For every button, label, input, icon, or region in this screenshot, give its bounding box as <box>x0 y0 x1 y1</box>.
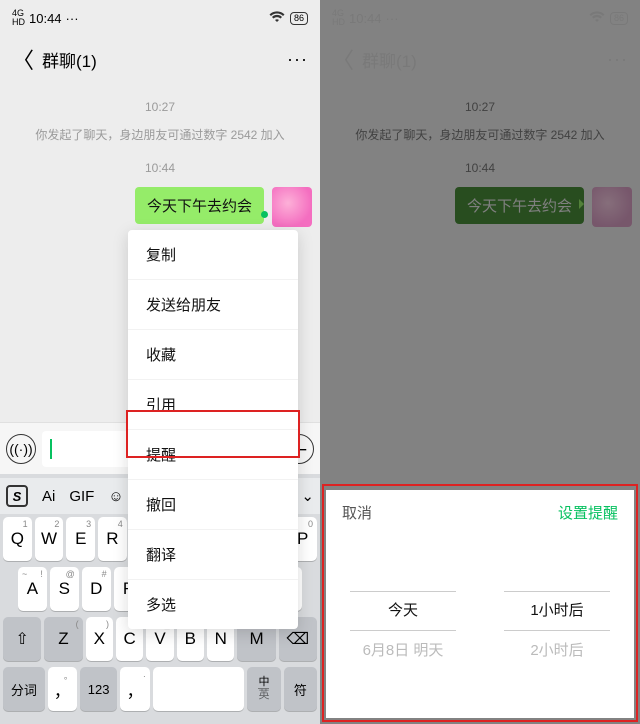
sheet-header: 取消 设置提醒 <box>326 490 634 535</box>
picker-item[interactable]: 6月8日 明天 <box>326 631 480 671</box>
timestamp: 10:27 <box>0 100 320 114</box>
menu-recall[interactable]: 撤回 <box>128 480 298 530</box>
menu-multi-select[interactable]: 多选 <box>128 580 298 629</box>
message-row: 今天下午去约会 <box>320 181 640 227</box>
nav-more-icon[interactable]: ··· <box>607 49 628 70</box>
nav-title: 群聊(1) <box>42 47 97 72</box>
cancel-button[interactable]: 取消 <box>342 502 372 523</box>
key-R[interactable]: R4 <box>98 517 127 561</box>
menu-remind[interactable]: 提醒 <box>128 430 298 480</box>
nav-bar: 〈 群聊(1) ··· <box>320 36 640 82</box>
wifi-icon <box>589 11 605 26</box>
battery-level: 86 <box>610 12 628 25</box>
tool-emoji-icon[interactable]: ☺ <box>108 488 123 505</box>
key-S[interactable]: S@ <box>50 567 79 611</box>
punct-key[interactable]: ，. <box>120 667 149 711</box>
key-W[interactable]: W2 <box>35 517 64 561</box>
menu-quote[interactable]: 引用 <box>128 380 298 430</box>
nav-title: 群聊(1) <box>362 47 417 72</box>
key-X[interactable]: X) <box>86 617 113 661</box>
timestamp: 10:44 <box>0 161 320 175</box>
cell-signal: 4GHD <box>332 9 345 27</box>
message-bubble[interactable]: 今天下午去约会 <box>455 187 584 224</box>
key-E[interactable]: E3 <box>66 517 95 561</box>
voice-icon[interactable]: ((·)) <box>6 434 36 464</box>
nav-bar: 〈 群聊(1) ··· <box>0 36 320 82</box>
keyboard-dismiss-icon[interactable]: ⌄ <box>301 487 314 505</box>
back-icon[interactable]: 〈 <box>332 43 354 75</box>
back-icon[interactable]: 〈 <box>12 43 34 75</box>
key-Z[interactable]: Z( <box>44 617 82 661</box>
more-dots: ··· <box>66 11 79 26</box>
battery-level: 86 <box>290 12 308 25</box>
punct-key[interactable]: ，。 <box>48 667 77 711</box>
picker[interactable]: 今天 6月8日 明天 1小时后 2小时后 <box>326 545 634 695</box>
message-row: 今天下午去约会 <box>0 181 320 227</box>
sogou-logo-icon[interactable]: S <box>6 485 28 507</box>
system-message: 你发起了聊天，身边朋友可通过数字 2542 加入 <box>320 126 640 143</box>
menu-favorite[interactable]: 收藏 <box>128 330 298 380</box>
avatar[interactable] <box>272 187 312 227</box>
chat-area: 10:27 你发起了聊天，身边朋友可通过数字 2542 加入 10:44 今天下… <box>0 100 320 227</box>
confirm-button[interactable]: 设置提醒 <box>558 502 618 523</box>
key-A[interactable]: A!~ <box>18 567 47 611</box>
language-key[interactable]: 中 英 <box>247 667 280 711</box>
status-bar: 4GHD 10:44 ··· 86 <box>0 0 320 36</box>
wifi-icon <box>269 11 285 26</box>
shift-key[interactable]: ⇧ <box>3 617 41 661</box>
number-key[interactable]: 123 <box>80 667 118 711</box>
screen-context-menu: 4GHD 10:44 ··· 86 〈 群聊(1) ··· 10:27 你发起了… <box>0 0 320 724</box>
nav-more-icon[interactable]: ··· <box>287 49 308 70</box>
status-time: 10:44 <box>349 11 382 26</box>
symbol-key[interactable]: 符 <box>284 667 317 711</box>
message-bubble[interactable]: 今天下午去约会 <box>135 187 264 224</box>
segment-key[interactable]: 分词 <box>3 667 45 711</box>
selection-handle-icon[interactable] <box>261 211 268 218</box>
tool-gif[interactable]: GIF <box>69 488 94 505</box>
keyboard-row-4: 分词 ，。 123 ，. 中 英 符 <box>0 664 320 714</box>
space-key[interactable] <box>153 667 245 711</box>
cell-signal: 4GHD <box>12 9 25 27</box>
key-Q[interactable]: Q1 <box>3 517 32 561</box>
picker-time-column[interactable]: 1小时后 2小时后 <box>480 545 634 695</box>
status-time: 10:44 <box>29 11 62 26</box>
timestamp: 10:27 <box>320 100 640 114</box>
menu-translate[interactable]: 翻译 <box>128 530 298 580</box>
reminder-sheet: 取消 设置提醒 今天 6月8日 明天 1小时后 2小时后 <box>326 490 634 718</box>
status-bar: 4GHD 10:44 ··· 86 <box>320 0 640 36</box>
menu-send-to-friend[interactable]: 发送给朋友 <box>128 280 298 330</box>
key-D[interactable]: D# <box>82 567 111 611</box>
avatar[interactable] <box>592 187 632 227</box>
screen-reminder-sheet: 4GHD 10:44 ··· 86 〈 群聊(1) ··· 10:27 你发起了… <box>320 0 640 724</box>
timestamp: 10:44 <box>320 161 640 175</box>
context-menu: 复制 发送给朋友 收藏 引用 提醒 撤回 翻译 多选 <box>128 230 298 629</box>
chat-area: 10:27 你发起了聊天，身边朋友可通过数字 2542 加入 10:44 今天下… <box>320 100 640 227</box>
picker-day-column[interactable]: 今天 6月8日 明天 <box>326 545 480 695</box>
picker-item[interactable]: 2小时后 <box>480 631 634 671</box>
system-message: 你发起了聊天，身边朋友可通过数字 2542 加入 <box>0 126 320 143</box>
tool-ai[interactable]: Ai <box>42 488 55 505</box>
menu-copy[interactable]: 复制 <box>128 230 298 280</box>
reminder-sheet-wrap: 取消 设置提醒 今天 6月8日 明天 1小时后 2小时后 <box>320 484 640 724</box>
